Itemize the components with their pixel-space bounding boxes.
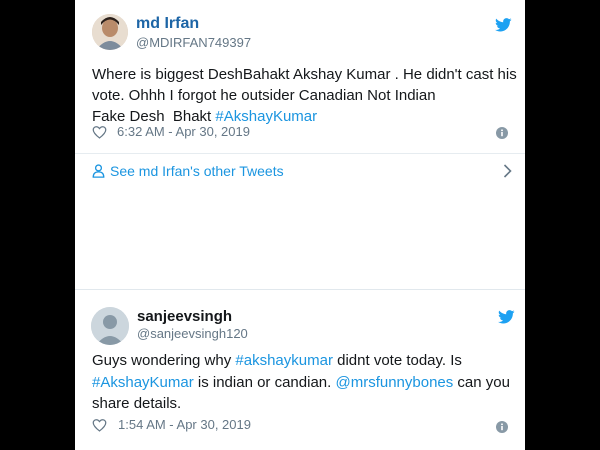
avatar[interactable]: [92, 14, 128, 50]
info-icon[interactable]: [496, 127, 508, 139]
tweet-text: Guys wondering why #akshaykumar didnt vo…: [92, 350, 517, 415]
hashtag-link[interactable]: #AkshayKumar: [92, 374, 194, 391]
author-name[interactable]: md Irfan: [136, 15, 199, 33]
heart-icon[interactable]: [92, 418, 107, 432]
see-more-label: See md Irfan's other Tweets: [110, 163, 284, 179]
tweet-line: #AkshayKumar is indian or candian. @mrsf…: [92, 372, 517, 394]
heart-icon[interactable]: [92, 125, 107, 139]
hashtag-link[interactable]: #akshaykumar: [235, 352, 333, 369]
tweet-line: Guys wondering why #akshaykumar didnt vo…: [92, 350, 517, 372]
mention-link[interactable]: @mrsfunnybones: [335, 374, 453, 391]
tweet-card: md Irfan @MDIRFAN749397 Where is biggest…: [75, 0, 525, 210]
text-segment: vote. Ohhh I forgot he outsider Canadian…: [92, 87, 436, 104]
text-segment: Guys wondering why: [92, 352, 236, 369]
text-segment: is indian or candian.: [193, 373, 336, 391]
tweets-panel: md Irfan @MDIRFAN749397 Where is biggest…: [75, 0, 525, 450]
divider: [75, 153, 525, 154]
avatar[interactable]: [91, 307, 129, 345]
timestamp[interactable]: 1:54 AM - Apr 30, 2019: [118, 417, 251, 432]
tweet-meta: 1:54 AM - Apr 30, 2019: [92, 417, 251, 432]
see-more-tweets-link[interactable]: See md Irfan's other Tweets: [92, 158, 512, 184]
tweet-card: sanjeevsingh @sanjeevsingh120 Guys wonde…: [75, 289, 525, 450]
text-segment: Where is biggest DeshBahakt Akshay Kumar…: [92, 66, 517, 83]
info-icon[interactable]: [496, 421, 508, 433]
person-icon: [92, 164, 105, 178]
text-segment: Fake Desh Bhakt: [92, 108, 216, 125]
author-handle[interactable]: @sanjeevsingh120: [137, 326, 248, 341]
spacer: [75, 210, 525, 289]
twitter-bird-icon[interactable]: [495, 18, 512, 32]
chevron-right-icon: [503, 164, 512, 178]
twitter-bird-icon[interactable]: [498, 310, 515, 324]
text-segment: didnt vote today. Is: [332, 352, 462, 369]
tweet-line: vote. Ohhh I forgot he outsider Canadian…: [92, 85, 512, 106]
tweet-line: Where is biggest DeshBahakt Akshay Kumar…: [92, 64, 517, 85]
tweet-text: Where is biggest DeshBahakt Akshay Kumar…: [92, 64, 517, 127]
tweet-line: share details.: [92, 393, 517, 415]
timestamp[interactable]: 6:32 AM - Apr 30, 2019: [117, 124, 250, 139]
text-segment: share details.: [92, 395, 182, 412]
text-segment: can you: [453, 373, 510, 391]
author-handle[interactable]: @MDIRFAN749397: [136, 35, 251, 50]
tweet-meta: 6:32 AM - Apr 30, 2019: [92, 124, 250, 139]
hashtag-link[interactable]: #AkshayKumar: [215, 108, 317, 125]
author-name[interactable]: sanjeevsingh: [137, 308, 232, 325]
